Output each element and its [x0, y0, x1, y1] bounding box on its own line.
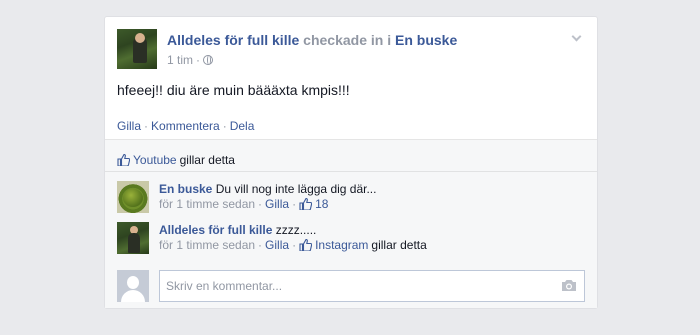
comment-timestamp[interactable]: för 1 timme sedan — [159, 197, 255, 211]
comment-meta: för 1 timme sedan · Gilla · 18 — [159, 197, 328, 211]
thumbs-up-icon — [299, 239, 313, 251]
comment-like-link[interactable]: Gilla — [265, 238, 289, 252]
author-avatar[interactable] — [117, 29, 157, 69]
comment-timestamp[interactable]: för 1 timme sedan — [159, 238, 255, 252]
meta-separator: · — [258, 238, 263, 252]
post-header: Alldeles för full kille checkade in i En… — [117, 29, 585, 71]
action-separator: · — [144, 119, 149, 133]
commenter-avatar[interactable] — [117, 181, 149, 213]
meta-separator: · — [196, 53, 201, 67]
liker-link[interactable]: Youtube — [133, 153, 177, 167]
post-text: hfeeej!! diu äre muin bäääxta kmpis!!! — [117, 82, 350, 98]
commenter-avatar[interactable] — [117, 222, 149, 254]
author-name-link[interactable]: Alldeles för full kille — [167, 32, 299, 48]
post-meta: 1 tim · — [167, 53, 457, 67]
like-link[interactable]: Gilla — [117, 119, 141, 133]
post-title: Alldeles för full kille checkade in i En… — [167, 31, 457, 49]
comment-input[interactable] — [159, 270, 585, 302]
like-count-value: 18 — [315, 197, 329, 211]
comment-link[interactable]: Kommentera — [151, 119, 220, 133]
post-actions: Gilla · Kommentera · Dela — [117, 119, 254, 133]
feedback-section: Youtube gillar detta En buske Du vill no… — [105, 139, 597, 308]
camera-icon[interactable] — [561, 279, 577, 292]
globe-icon[interactable] — [203, 55, 214, 65]
checkin-verb: checkade in i — [303, 32, 392, 48]
thumbs-up-icon — [299, 198, 313, 210]
likes-summary: Youtube gillar detta — [105, 140, 597, 172]
comment-liker-link[interactable]: Instagram — [315, 238, 368, 252]
chevron-down-icon[interactable] — [569, 31, 583, 45]
comment-item: Alldeles för full kille zzzz..... för 1 … — [117, 222, 585, 258]
meta-separator: · — [292, 238, 297, 252]
likes-suffix: gillar detta — [179, 153, 235, 167]
comment-composer — [117, 270, 585, 304]
action-separator: · — [222, 119, 227, 133]
post-timestamp[interactable]: 1 tim — [167, 53, 193, 67]
comment-like-link[interactable]: Gilla — [265, 197, 289, 211]
comment-meta: för 1 timme sedan · Gilla · Instagram gi… — [159, 238, 427, 252]
comment-item: En buske Du vill nog inte lägga dig där.… — [117, 181, 585, 217]
meta-separator: · — [292, 197, 297, 211]
meta-separator: · — [258, 197, 263, 211]
comment-body: zzzz..... — [275, 223, 317, 237]
place-link[interactable]: En buske — [395, 32, 457, 48]
comment-liker-suffix: gillar detta — [371, 238, 427, 252]
post-card: Alldeles för full kille checkade in i En… — [104, 16, 598, 309]
comment-like-count[interactable]: 18 — [299, 197, 328, 211]
comment-body: Du vill nog inte lägga dig där... — [215, 182, 377, 196]
thumbs-up-icon — [117, 154, 130, 166]
viewer-avatar — [117, 270, 149, 302]
share-link[interactable]: Dela — [230, 119, 255, 133]
commenter-name-link[interactable]: Alldeles för full kille — [159, 223, 272, 237]
commenter-name-link[interactable]: En buske — [159, 182, 212, 196]
